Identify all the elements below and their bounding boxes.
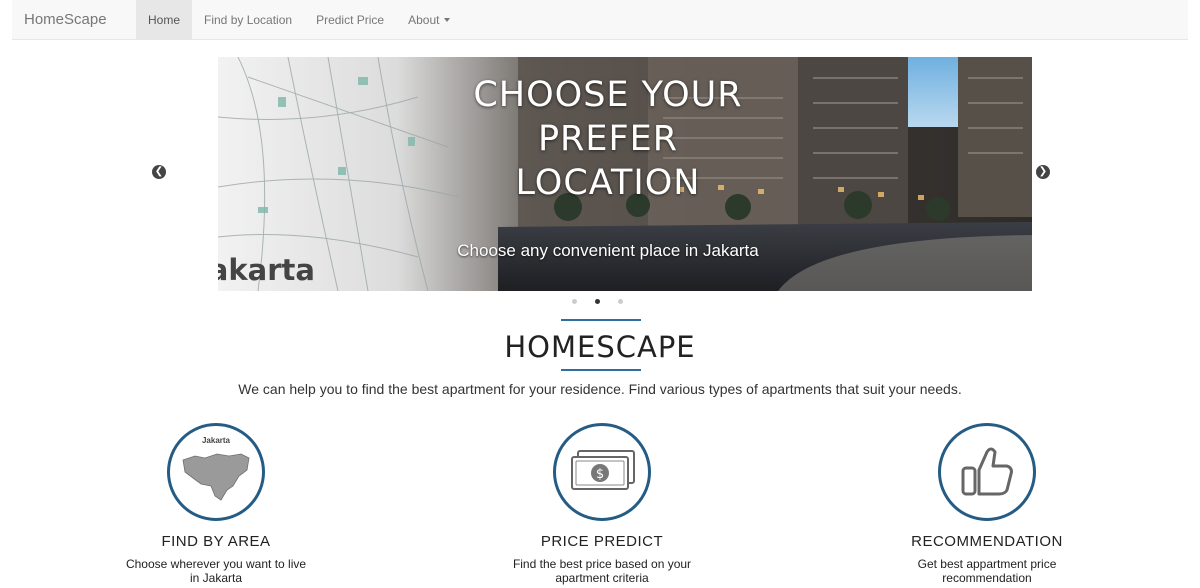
carousel-indicators <box>572 299 632 305</box>
money-icon: $ <box>553 423 651 521</box>
carousel: CHOOSE YOUR PREFER LOCATION Choose any c… <box>218 57 1032 291</box>
feature-recommendation[interactable]: RECOMMENDATION Get best appartment price… <box>867 423 1107 585</box>
feature-find-by-area[interactable]: Jakarta FIND BY AREA Choose wherever you… <box>96 423 336 585</box>
feature-description-line-1: Choose wherever you want to live <box>125 557 307 571</box>
carousel-next-button[interactable]: ❯ <box>1036 165 1050 179</box>
feature-title: RECOMMENDATION <box>911 533 1063 550</box>
feature-title: PRICE PREDICT <box>540 533 664 550</box>
title-rule-bottom <box>561 369 641 371</box>
slide-caption: Choose any convenient place in Jakarta <box>457 241 759 260</box>
thumbs-up-graphic <box>961 447 1013 496</box>
svg-text:$: $ <box>596 467 604 482</box>
feature-description: Get best appartment price recommendation <box>867 557 1107 585</box>
section-title: HOMESCAPE <box>504 330 696 364</box>
feature-title: FIND BY AREA <box>161 533 271 550</box>
feature-description-line-2: apartment criteria <box>555 571 649 585</box>
feature-description-line-1: Get best appartment price <box>917 557 1057 571</box>
nav-item-home[interactable]: Home <box>136 0 193 39</box>
nav-item-predict-price[interactable]: Predict Price <box>304 0 396 39</box>
city-label: Jakarta <box>218 253 315 287</box>
feature-description-line-2: in Jakarta <box>189 571 243 585</box>
page: HomeScape Home Find by Location Predict … <box>0 0 1200 588</box>
navbar: HomeScape Home Find by Location Predict … <box>12 0 1188 40</box>
chevron-left-icon: ❮ <box>154 166 164 177</box>
carousel-indicator-3[interactable] <box>618 299 623 304</box>
feature-price-predict[interactable]: $ PRICE PREDICT Find the best price base… <box>482 423 722 585</box>
slide-heading-line-1: CHOOSE YOUR PREFER <box>473 75 743 159</box>
feature-description-line-2: recommendation <box>942 571 1032 585</box>
thumbs-up-icon <box>938 423 1036 521</box>
jakarta-map-icon: Jakarta <box>167 423 265 521</box>
brand-link[interactable]: HomeScape <box>12 0 136 39</box>
title-rule-top <box>561 319 641 321</box>
nav-item-find-by-location[interactable]: Find by Location <box>192 0 304 39</box>
intro-text: We can help you to find the best apartme… <box>238 381 962 397</box>
caret-down-icon <box>444 18 451 22</box>
carousel-indicator-2[interactable] <box>595 299 600 304</box>
feature-description: Choose wherever you want to live in Jaka… <box>96 557 336 585</box>
map-icon-label: Jakarta <box>201 436 231 445</box>
slide-heading: CHOOSE YOUR PREFER LOCATION <box>398 73 818 205</box>
feature-description-line-1: Find the best price based on your <box>512 557 692 571</box>
money-icon-graphic: $ <box>571 450 635 490</box>
feature-description: Find the best price based on your apartm… <box>482 557 722 585</box>
nav-item-about-dropdown[interactable]: About <box>396 0 462 39</box>
jakarta-map-shape <box>182 453 250 501</box>
chevron-right-icon: ❯ <box>1038 166 1048 177</box>
nav-item-about-label: About <box>408 12 440 27</box>
nav-menu: Home Find by Location Predict Price Abou… <box>136 0 462 39</box>
carousel-prev-button[interactable]: ❮ <box>152 165 166 179</box>
slide-heading-line-2: LOCATION <box>515 163 701 203</box>
carousel-indicator-1[interactable] <box>572 299 577 304</box>
